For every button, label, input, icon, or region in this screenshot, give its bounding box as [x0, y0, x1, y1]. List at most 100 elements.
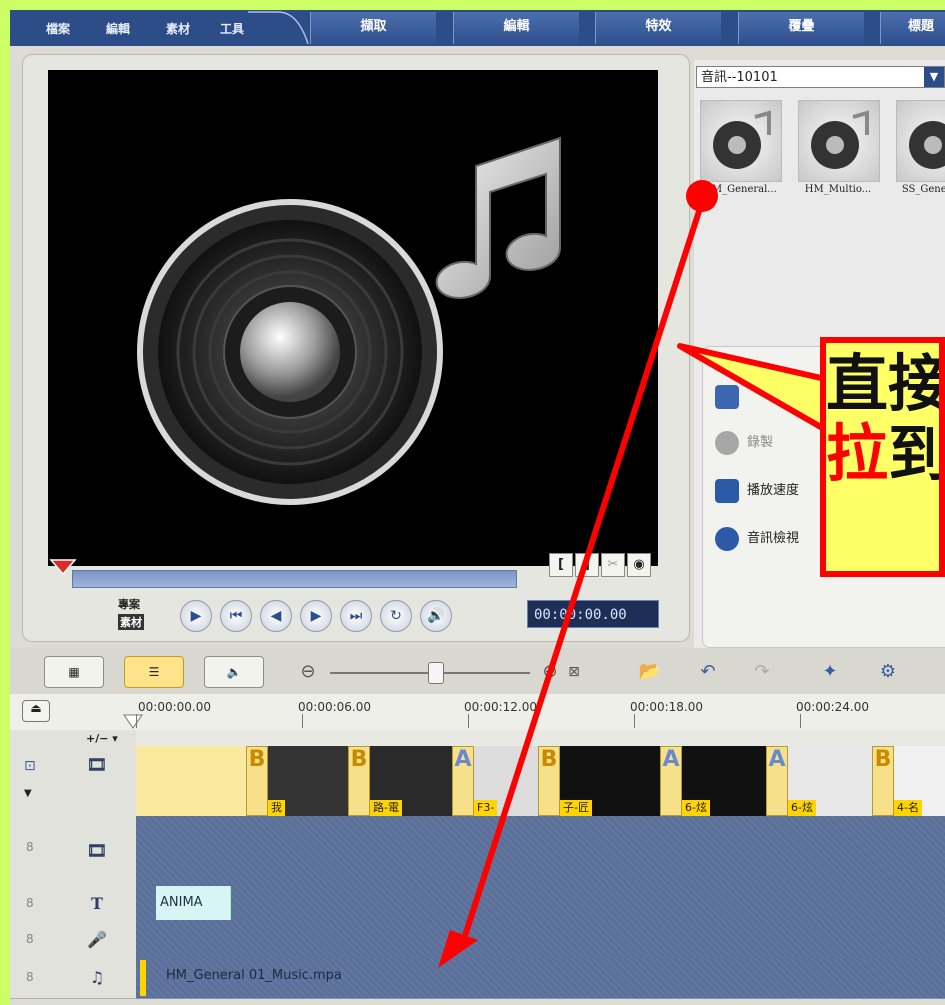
- tab-edit[interactable]: 編輯: [453, 12, 579, 44]
- snapshot-button[interactable]: ◉: [627, 553, 651, 577]
- video-clip[interactable]: 子-匠: [560, 746, 661, 816]
- scrub-bar[interactable]: [72, 570, 517, 588]
- speed-icon: [715, 478, 739, 503]
- play-button[interactable]: ▶: [180, 600, 212, 632]
- video-track[interactable]: B 我 B 路-電 A F3- B 子-匠 A 6-炫 A 6-炫 B 4-名: [136, 730, 945, 817]
- repeat-button[interactable]: ↻: [380, 600, 412, 632]
- timeline-icon: ☰: [148, 665, 160, 679]
- transition-clip[interactable]: B: [538, 746, 560, 816]
- audio-view-icon: 🔈: [226, 665, 242, 679]
- library-item[interactable]: SS_General...: [894, 100, 945, 204]
- music-speaker-icon: [137, 136, 561, 505]
- menu-clip[interactable]: 素材: [166, 20, 190, 37]
- mark-out-button[interactable]: ]: [575, 553, 599, 577]
- ruler-tick: [468, 714, 469, 728]
- track-visibility-icon[interactable]: 8: [26, 840, 34, 854]
- video-clip[interactable]: 路-電: [370, 746, 453, 816]
- transition-clip[interactable]: A: [660, 746, 682, 816]
- storyboard-view-button[interactable]: ▦: [44, 656, 104, 688]
- next-frame-button[interactable]: ▶: [300, 600, 332, 632]
- annotation-callout: 直接 拉到: [820, 337, 945, 577]
- zoom-slider-thumb[interactable]: [428, 662, 444, 684]
- library-item[interactable]: HM_Multio...: [796, 100, 880, 204]
- transition-clip[interactable]: B: [348, 746, 370, 816]
- insert-media-icon[interactable]: 📂: [636, 658, 664, 686]
- redo-icon[interactable]: ↷: [748, 658, 776, 686]
- music-track-header: 8 ♫: [10, 958, 136, 999]
- title-track-header: 8 T: [10, 886, 136, 923]
- tab-effects[interactable]: 特效: [595, 12, 721, 44]
- add-remove-tracks-button[interactable]: +/− ▾: [86, 732, 118, 745]
- transition-clip[interactable]: B: [872, 746, 894, 816]
- timeline-ruler[interactable]: ⏏ 00:00:00.00 00:00:06.00 00:00:12.00 00…: [10, 694, 945, 731]
- mode-clip-label[interactable]: 素材: [118, 614, 144, 630]
- tab-overlay[interactable]: 覆疊: [738, 12, 864, 44]
- mode-project-label[interactable]: 專案: [118, 596, 140, 612]
- video-clip[interactable]: F3-: [474, 746, 539, 816]
- clock-icon: [715, 384, 739, 409]
- microphone-icon: [715, 430, 739, 455]
- ruler-label: 00:00:12.00: [464, 700, 537, 714]
- split-clip-button[interactable]: ✂: [601, 553, 625, 577]
- title-clip[interactable]: ANIMA: [156, 886, 231, 920]
- ruler-tick: [302, 714, 303, 728]
- ruler-label: 00:00:24.00: [796, 700, 869, 714]
- home-button[interactable]: ⏮: [220, 600, 252, 632]
- video-clip[interactable]: 我: [268, 746, 349, 816]
- timeline-view-button[interactable]: ☰: [124, 656, 184, 688]
- mark-in-button[interactable]: [: [549, 553, 573, 577]
- timeline-toolbar: ▦ ☰ 🔈 ⊖ ⊕ ⊠ 📂 ↶ ↷ ✦ ⚙: [10, 648, 945, 694]
- ruler-label: 00:00:00.00: [138, 700, 211, 714]
- library-category-dropdown[interactable]: 音訊--10101 ▼: [696, 66, 945, 88]
- track-visibility-icon[interactable]: 8: [26, 970, 34, 984]
- title-track[interactable]: ANIMA: [136, 886, 945, 923]
- track-manager-icon[interactable]: ⊡: [24, 758, 36, 774]
- fit-to-window-icon[interactable]: ⊠: [560, 658, 588, 686]
- option-duration[interactable]: [715, 383, 747, 411]
- overlay-track[interactable]: [136, 816, 945, 887]
- tab-title[interactable]: 標題: [880, 12, 945, 44]
- zoom-out-icon[interactable]: ⊖: [294, 658, 322, 686]
- ruler-label: 00:00:06.00: [298, 700, 371, 714]
- callout-to-word: 到: [888, 417, 945, 490]
- video-track-header: +/− ▾ ⊡ ▼ 🎞: [10, 730, 136, 817]
- library-item-name: SS_General...: [901, 184, 945, 195]
- music-clip[interactable]: HM_General 01_Music.mpa: [146, 960, 945, 992]
- ruler-tick: [136, 714, 137, 728]
- volume-button[interactable]: 🔊: [420, 600, 452, 632]
- library-item[interactable]: HM_General...: [698, 100, 782, 204]
- track-visibility-icon[interactable]: 8: [26, 932, 34, 946]
- previous-frame-button[interactable]: ◀: [260, 600, 292, 632]
- undo-icon[interactable]: ↶: [694, 658, 722, 686]
- video-clip[interactable]: 6-炫: [788, 746, 873, 816]
- tab-capture[interactable]: 擷取: [310, 12, 436, 44]
- transition-clip[interactable]: A: [452, 746, 474, 816]
- menu-edit[interactable]: 編輯: [106, 20, 130, 37]
- menu-tools[interactable]: 工具: [220, 20, 244, 37]
- batch-convert-icon[interactable]: ⚙: [874, 658, 902, 686]
- audio-view-button[interactable]: 🔈: [204, 656, 264, 688]
- playhead-icon[interactable]: [123, 714, 143, 730]
- overlay-track-icon: 🎞: [86, 841, 108, 860]
- menu-file[interactable]: 檔案: [46, 20, 70, 37]
- music-track[interactable]: HM_General 01_Music.mpa: [136, 958, 945, 999]
- transition-clip[interactable]: B: [246, 746, 268, 816]
- eject-icon[interactable]: ⏏: [22, 700, 50, 722]
- audio-thumbnail-icon: [700, 100, 782, 182]
- timecode-display[interactable]: 00:00:00.00: [527, 600, 659, 628]
- music-track-icon: ♫: [89, 968, 105, 987]
- option-record[interactable]: 錄製: [715, 429, 773, 457]
- voice-track[interactable]: [136, 922, 945, 959]
- transition-clip[interactable]: A: [766, 746, 788, 816]
- menu-bar: 檔案 編輯 素材 工具 擷取 編輯 特效 覆疊 標題: [10, 10, 945, 46]
- end-button[interactable]: ⏭: [340, 600, 372, 632]
- chevron-down-icon[interactable]: ▼: [924, 67, 944, 87]
- track-dropdown-icon[interactable]: ▼: [24, 788, 32, 799]
- video-clip[interactable]: 6-炫: [682, 746, 767, 816]
- video-clip[interactable]: 4-名: [894, 746, 945, 816]
- track-visibility-icon[interactable]: 8: [26, 896, 34, 910]
- option-audio-view[interactable]: 音訊檢視: [715, 525, 799, 553]
- smart-proxy-icon[interactable]: ✦: [816, 658, 844, 686]
- title-track-icon: T: [91, 894, 103, 913]
- option-playback-speed[interactable]: 播放速度: [715, 477, 799, 505]
